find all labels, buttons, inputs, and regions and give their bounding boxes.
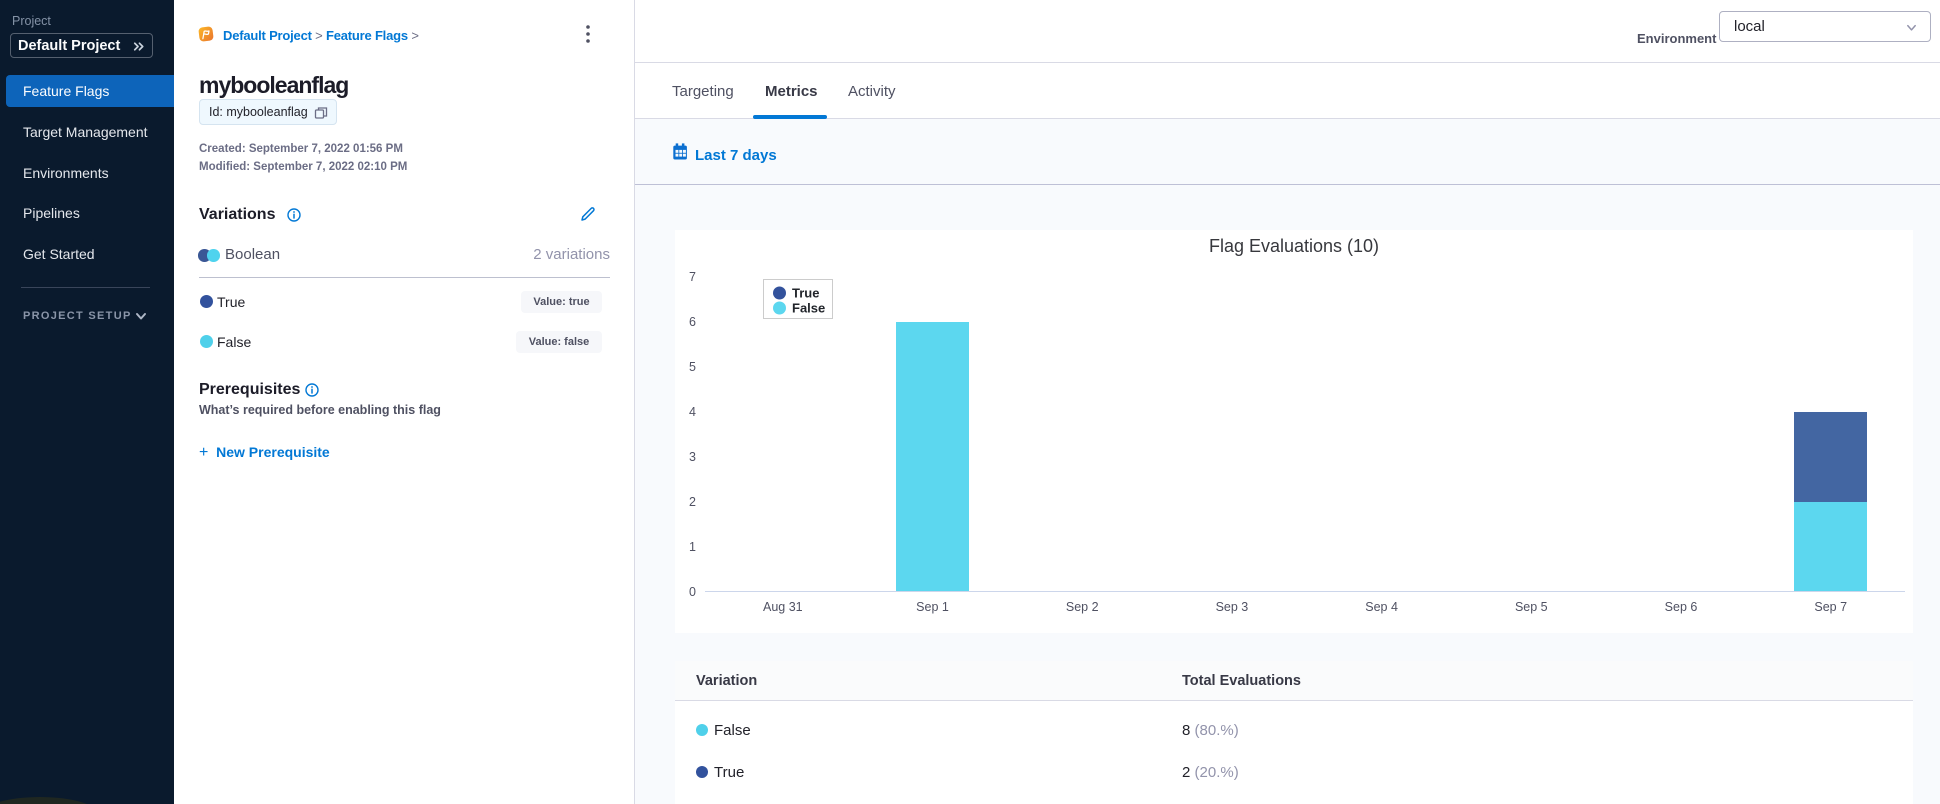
svg-text:0: 0 — [689, 585, 696, 599]
svg-text:Sep 6: Sep 6 — [1665, 600, 1698, 614]
svg-text:Sep 4: Sep 4 — [1365, 600, 1398, 614]
svg-text:1: 1 — [689, 540, 696, 554]
svg-text:5: 5 — [689, 360, 696, 374]
svg-text:Sep 3: Sep 3 — [1216, 600, 1249, 614]
svg-text:Sep 5: Sep 5 — [1515, 600, 1548, 614]
svg-text:4: 4 — [689, 405, 696, 419]
svg-text:False: False — [792, 301, 825, 316]
svg-text:3: 3 — [689, 450, 696, 464]
svg-text:Aug 31: Aug 31 — [763, 600, 803, 614]
svg-text:Sep 7: Sep 7 — [1814, 600, 1847, 614]
svg-text:Flag Evaluations (10): Flag Evaluations (10) — [1209, 236, 1379, 256]
svg-text:Sep 1: Sep 1 — [916, 600, 949, 614]
svg-text:7: 7 — [689, 270, 696, 284]
svg-text:6: 6 — [689, 315, 696, 329]
svg-text:2: 2 — [689, 495, 696, 509]
svg-text:True: True — [792, 286, 819, 301]
svg-text:Sep 2: Sep 2 — [1066, 600, 1099, 614]
